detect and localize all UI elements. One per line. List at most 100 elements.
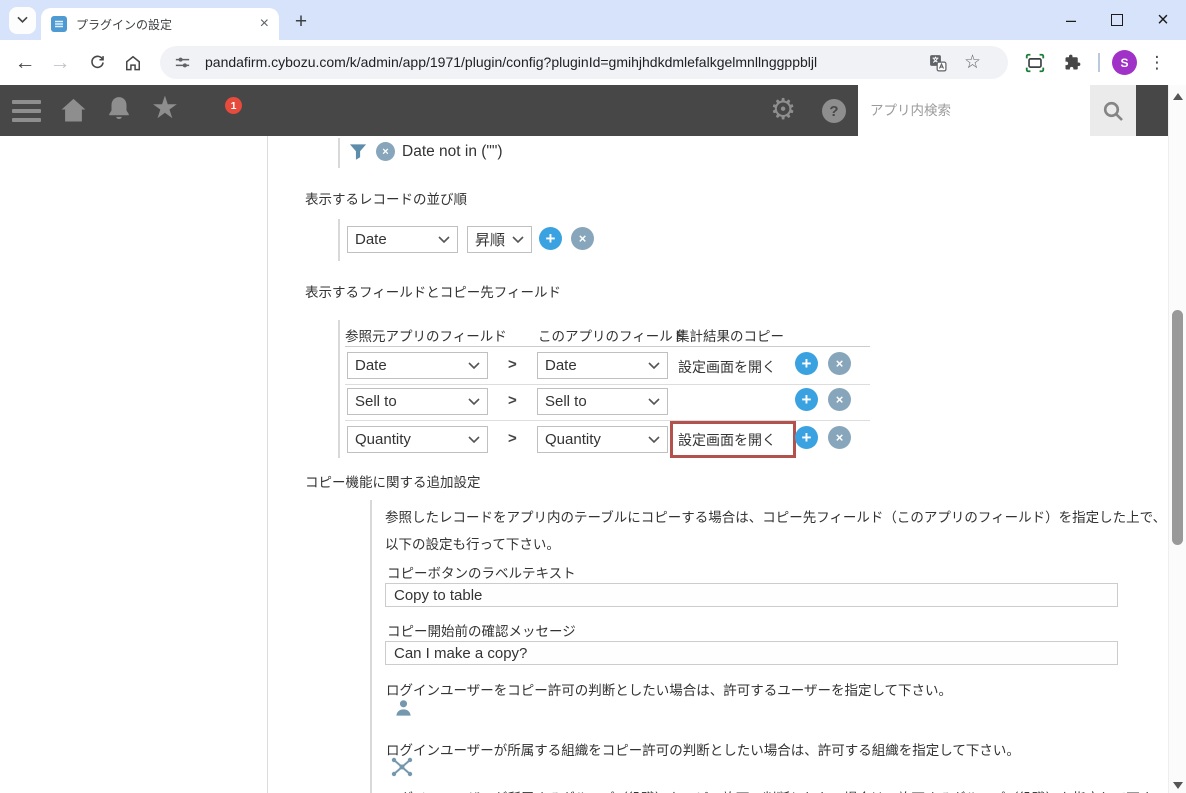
remove-row-button[interactable]: ×	[828, 388, 851, 411]
tab-search-button[interactable]	[9, 7, 36, 34]
add-row-button[interactable]: +	[795, 388, 818, 411]
vertical-scrollbar[interactable]	[1168, 85, 1186, 793]
window-controls: – ×	[1048, 0, 1186, 40]
chevron-down-icon	[468, 436, 480, 444]
remove-row-button[interactable]: ×	[828, 352, 851, 375]
browser-window: プラグインの設定 × + – × ← → pandafirm.cybozu.co…	[0, 0, 1186, 793]
chevron-down-icon	[648, 362, 660, 370]
target-field-select[interactable]: Sell to	[537, 388, 668, 415]
add-sort-button[interactable]: +	[539, 227, 562, 250]
url-text[interactable]: pandafirm.cybozu.com/k/admin/app/1971/pl…	[205, 46, 817, 79]
window-minimize-button[interactable]: –	[1048, 0, 1094, 40]
browser-menu-icon[interactable]: ⋮	[1147, 40, 1167, 85]
chevron-down-icon	[438, 236, 450, 244]
address-bar[interactable]: pandafirm.cybozu.com/k/admin/app/1971/pl…	[160, 46, 1008, 79]
site-info-icon[interactable]	[173, 53, 192, 72]
sort-field-select[interactable]: Date	[347, 226, 458, 253]
copy-description-line1: 参照したレコードをアプリ内のテーブルにコピーする場合は、コピー先フィールド（この…	[385, 506, 1166, 526]
target-field-value: Sell to	[545, 393, 587, 410]
notifications-bell-icon[interactable]: 1	[104, 94, 134, 129]
app-search-input[interactable]	[858, 85, 1090, 136]
remove-row-button[interactable]: ×	[828, 426, 851, 449]
hamburger-menu-icon[interactable]	[12, 100, 41, 127]
filter-funnel-icon[interactable]	[349, 143, 368, 166]
clipped-note-row: ログインユーザーが所属するグループ（役職）をコピー許可の判断としたい場合は、許可…	[386, 787, 1180, 793]
sort-section-heading: 表示するレコードの並び順	[305, 188, 467, 208]
copy-block-border	[370, 500, 372, 793]
user-permission-note: ログインユーザーをコピー許可の判断としたい場合は、許可するユーザーを指定して下さ…	[386, 679, 952, 699]
column-header-copy: 集計結果のコピー	[676, 325, 784, 345]
refresh-icon[interactable]	[84, 40, 110, 85]
settings-gear-icon[interactable]: ⚙	[770, 92, 796, 127]
browser-toolbar: ← → pandafirm.cybozu.com/k/admin/app/197…	[0, 40, 1186, 85]
notification-badge: 1	[225, 97, 242, 114]
confirm-message-caption: コピー開始前の確認メッセージ	[387, 620, 576, 640]
target-field-select[interactable]: Date	[537, 352, 668, 379]
toolbar-divider	[1098, 53, 1100, 72]
chevron-down-icon	[16, 12, 29, 30]
app-toolbar: 1 ★ ⚙ ?	[0, 85, 1168, 136]
screen-capture-icon[interactable]	[1022, 40, 1048, 85]
fields-block-border	[338, 320, 340, 458]
column-header-source: 参照元アプリのフィールド	[345, 325, 507, 345]
sort-block-border	[338, 219, 340, 261]
filter-block-border	[338, 138, 340, 168]
button-label-input[interactable]	[385, 583, 1118, 607]
column-header-target: このアプリのフィールド	[538, 325, 686, 345]
window-close-button[interactable]: ×	[1140, 0, 1186, 40]
source-field-value: Quantity	[355, 431, 411, 448]
browser-tab[interactable]: プラグインの設定 ×	[41, 8, 279, 40]
arrow-right-icon: >	[508, 356, 517, 373]
header-underline	[345, 346, 870, 347]
extensions-puzzle-icon[interactable]	[1059, 40, 1085, 85]
chevron-down-icon	[512, 236, 524, 244]
arrow-right-icon: >	[508, 430, 517, 447]
app-home-icon[interactable]	[58, 95, 89, 131]
tab-title: プラグインの設定	[76, 16, 254, 33]
search-button[interactable]	[1090, 85, 1136, 136]
copy-description-line2: 以下の設定も行って下さい。	[385, 533, 560, 553]
source-field-value: Date	[355, 357, 387, 374]
organization-picker-icon[interactable]	[390, 756, 414, 783]
source-field-select[interactable]: Quantity	[347, 426, 488, 453]
chevron-down-icon	[648, 436, 660, 444]
profile-avatar[interactable]: S	[1112, 50, 1137, 75]
window-maximize-button[interactable]	[1094, 0, 1140, 40]
add-row-button[interactable]: +	[795, 352, 818, 375]
target-field-value: Quantity	[545, 431, 601, 448]
scrollbar-thumb[interactable]	[1172, 310, 1183, 545]
scroll-up-icon[interactable]	[1173, 93, 1183, 100]
bookmark-star-icon[interactable]: ☆	[964, 53, 981, 72]
back-button[interactable]: ←	[12, 40, 38, 85]
kintone-favicon-icon	[51, 16, 67, 32]
translate-icon[interactable]	[928, 53, 948, 73]
target-field-select[interactable]: Quantity	[537, 426, 668, 453]
button-label-caption: コピーボタンのラベルテキスト	[387, 562, 576, 582]
source-field-select[interactable]: Sell to	[347, 388, 488, 415]
confirm-message-input[interactable]	[385, 641, 1118, 665]
favorites-star-icon[interactable]: ★	[151, 90, 179, 126]
org-permission-note: ログインユーザーが所属する組織をコピー許可の判断としたい場合は、許可する組織を指…	[386, 739, 1020, 759]
source-field-select[interactable]: Date	[347, 352, 488, 379]
help-icon[interactable]: ?	[822, 99, 846, 123]
chevron-down-icon	[468, 398, 480, 406]
chevron-down-icon	[648, 398, 660, 406]
tab-close-icon[interactable]: ×	[260, 16, 269, 32]
search-icon	[1101, 99, 1125, 123]
remove-filter-icon[interactable]: ×	[376, 142, 395, 161]
user-picker-icon[interactable]	[393, 698, 414, 724]
remove-sort-button[interactable]: ×	[571, 227, 594, 250]
source-field-value: Sell to	[355, 393, 397, 410]
home-icon[interactable]	[120, 40, 146, 85]
filter-condition-text: Date not in ("")	[402, 143, 503, 161]
sort-field-value: Date	[355, 231, 387, 248]
highlight-red-box: 設定画面を開く	[670, 421, 796, 458]
new-tab-button[interactable]: +	[288, 9, 314, 35]
row-separator	[345, 384, 870, 385]
add-row-button[interactable]: +	[795, 426, 818, 449]
chevron-down-icon	[468, 362, 480, 370]
open-settings-link[interactable]: 設定画面を開く	[678, 430, 776, 450]
open-settings-link[interactable]: 設定画面を開く	[678, 357, 776, 377]
copy-section-heading: コピー機能に関する追加設定	[305, 471, 481, 491]
sort-order-select[interactable]: 昇順	[467, 226, 532, 253]
